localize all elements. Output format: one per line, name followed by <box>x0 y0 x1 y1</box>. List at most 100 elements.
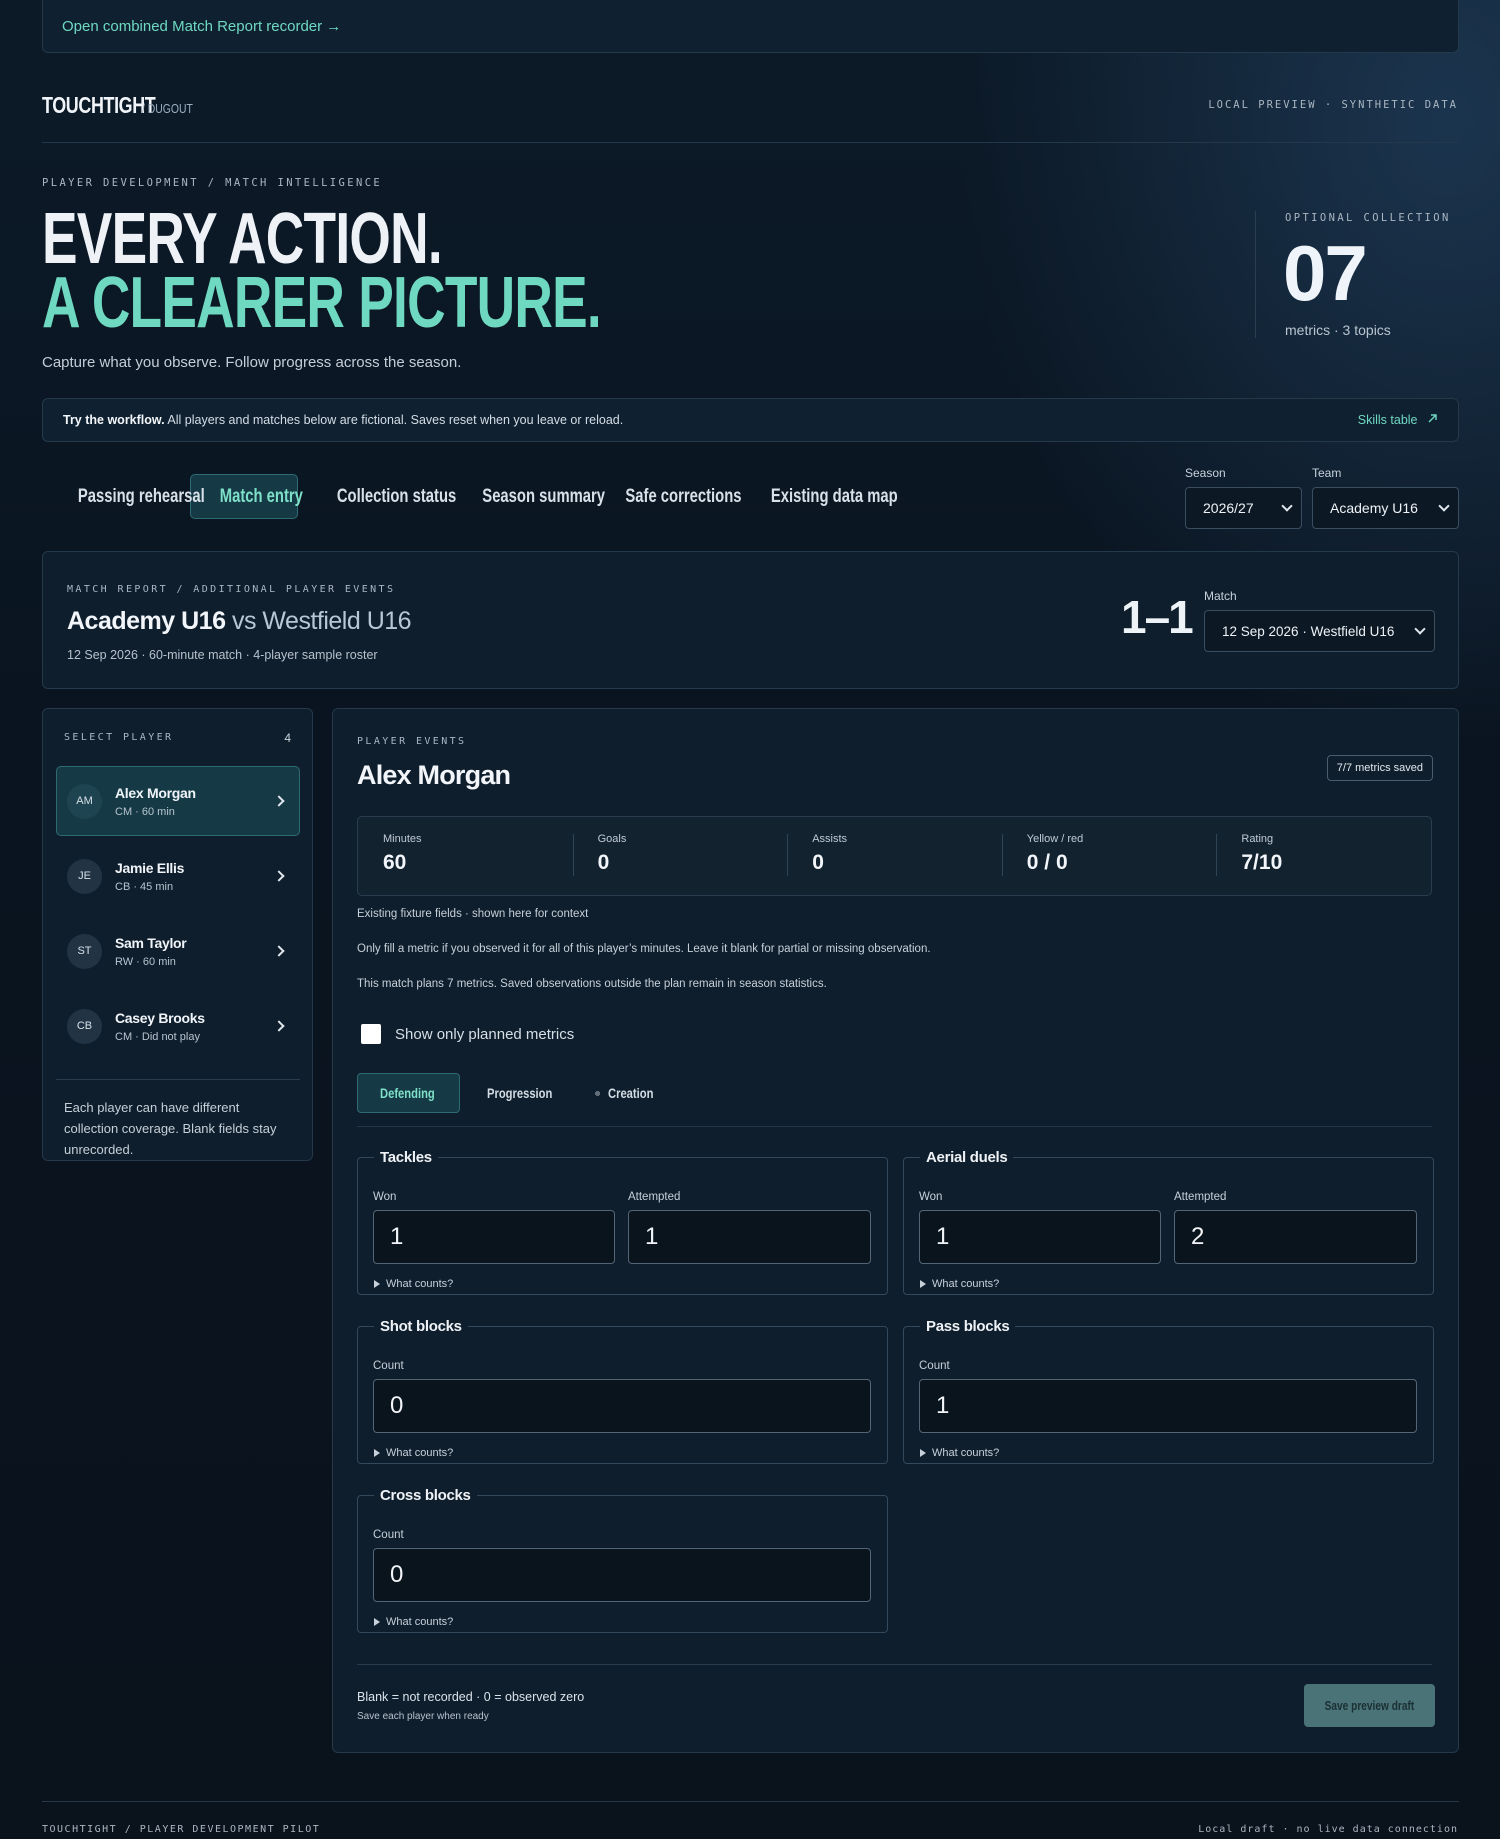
match-value[interactable]: 12 Sep 2026 · Westfield U16 <box>1222 624 1394 639</box>
shot-blocks-input[interactable]: 0 <box>373 1379 871 1433</box>
what-counts-toggle[interactable]: What counts? <box>374 1447 453 1459</box>
hero-eyebrow: PLAYER DEVELOPMENT / MATCH INTELLIGENCE <box>42 177 383 189</box>
preview-tag: LOCAL PREVIEW · SYNTHETIC DATA <box>1208 99 1458 111</box>
metric-shot-blocks: Shot blocks Count 0 What counts? <box>357 1318 888 1464</box>
collection-divider <box>1255 211 1256 338</box>
what-counts-toggle[interactable]: What counts? <box>374 1278 453 1290</box>
save-hint: Save each player when ready <box>357 1711 489 1722</box>
tab-safe-corrections[interactable]: Safe corrections <box>591 474 741 519</box>
what-counts-label[interactable]: What counts? <box>932 1278 999 1290</box>
team-filter: Team Academy U16 <box>1312 466 1459 529</box>
what-counts-toggle[interactable]: What counts? <box>920 1278 999 1290</box>
planned-metrics-label[interactable]: Show only planned metrics <box>395 1026 574 1043</box>
tab-label[interactable]: Safe corrections <box>625 486 741 508</box>
notice-body: All players and matches below are fictio… <box>164 413 624 427</box>
pass-blocks-input[interactable]: 1 <box>919 1379 1417 1433</box>
what-counts-toggle[interactable]: What counts? <box>374 1616 453 1628</box>
player-meta: CM · 60 min <box>115 805 175 818</box>
tab-label[interactable]: Defending <box>380 1085 435 1101</box>
recorder-link[interactable]: Open combined Match Report recorder → <box>62 18 341 35</box>
avatar: CB <box>67 1008 102 1044</box>
chevron-right-icon <box>273 1020 285 1032</box>
metric-pass-blocks: Pass blocks Count 1 What counts? <box>903 1318 1434 1464</box>
list-item[interactable]: CB Casey Brooks CM · Did not play <box>56 991 300 1061</box>
tab-label[interactable]: Season summary <box>482 486 605 508</box>
tab-label[interactable]: Creation <box>608 1085 653 1101</box>
what-counts-label[interactable]: What counts? <box>386 1447 453 1459</box>
tab-label[interactable]: Match entry <box>220 486 303 508</box>
cross-blocks-input[interactable]: 0 <box>373 1548 871 1602</box>
stat-assists: Assists 0 <box>787 817 1002 895</box>
chevron-down-icon <box>1414 623 1426 635</box>
header-divider <box>42 142 1459 143</box>
tab-season-summary[interactable]: Season summary <box>447 474 605 519</box>
tab-label[interactable]: Existing data map <box>771 486 898 508</box>
attempted-label: Attempted <box>1174 1191 1227 1203</box>
topic-tabs-divider <box>357 1126 1432 1127</box>
blank-legend: Blank = not recorded · 0 = observed zero <box>357 1690 585 1704</box>
tackles-won-input[interactable]: 1 <box>373 1210 615 1264</box>
season-value[interactable]: 2026/27 <box>1203 500 1254 516</box>
stat-value: 0 <box>812 851 824 874</box>
what-counts-label[interactable]: What counts? <box>932 1447 999 1459</box>
target-icon <box>595 1090 601 1096</box>
stat-label: Rating <box>1241 833 1274 845</box>
stat-value: 7/10 <box>1241 851 1283 874</box>
count-label: Count <box>919 1360 950 1372</box>
disclosure-triangle-icon <box>920 1280 926 1288</box>
list-item[interactable]: ST Sam Taylor RW · 60 min <box>56 916 300 986</box>
fixture-stats: Minutes 60 Goals 0 Assists 0 Yellow / red 0 … <box>357 816 1432 896</box>
player-meta: RW · 60 min <box>115 955 176 968</box>
skills-table-label[interactable]: Skills table <box>1358 413 1418 427</box>
stat-cards: Yellow / red 0 / 0 <box>1001 817 1217 895</box>
planned-metrics-checkbox[interactable] <box>361 1024 381 1044</box>
what-counts-label[interactable]: What counts? <box>386 1616 453 1628</box>
save-draft-label[interactable]: Save preview draft <box>1325 1698 1415 1713</box>
player-title: Alex Morgan <box>357 760 511 790</box>
team-select[interactable]: Academy U16 <box>1312 487 1459 529</box>
tab-passing-rehearsal[interactable]: Passing rehearsal <box>42 474 205 519</box>
tab-progression[interactable]: Progression <box>464 1073 576 1113</box>
workflow-notice: Try the workflow. All players and matche… <box>42 398 1459 442</box>
aerial-attempted-input[interactable]: 2 <box>1174 1210 1417 1264</box>
recorder-banner[interactable]: Open combined Match Report recorder → <box>42 0 1459 53</box>
list-item[interactable]: AM Alex Morgan CM · 60 min <box>56 766 300 836</box>
tab-existing-data-map[interactable]: Existing data map <box>735 474 898 519</box>
tab-label[interactable]: Collection status <box>337 486 456 508</box>
metric-aerial-duels: Aerial duels Won 1 Attempted 2 What coun… <box>903 1149 1434 1295</box>
tab-label[interactable]: Passing rehearsal <box>78 486 205 508</box>
disclosure-triangle-icon <box>374 1449 380 1457</box>
won-label: Won <box>373 1191 397 1203</box>
chevron-right-icon <box>273 795 285 807</box>
player-meta: CB · 45 min <box>115 880 174 893</box>
match-select[interactable]: 12 Sep 2026 · Westfield U16 <box>1204 610 1435 652</box>
aerial-won-input[interactable]: 1 <box>919 1210 1161 1264</box>
list-item[interactable]: JE Jamie Ellis CB · 45 min <box>56 841 300 911</box>
brand-suffix: / DUGOUT <box>142 101 193 116</box>
skills-table-link[interactable]: Skills table <box>1358 413 1438 427</box>
attempted-label: Attempted <box>628 1191 681 1203</box>
what-counts-label[interactable]: What counts? <box>386 1278 453 1290</box>
season-select[interactable]: 2026/27 <box>1185 487 1302 529</box>
metric-tackles: Tackles Won 1 Attempted 1 What counts? <box>357 1149 888 1295</box>
planned-metrics-toggle[interactable]: Show only planned metrics <box>361 1024 574 1044</box>
tab-label[interactable]: Progression <box>487 1085 552 1101</box>
metric-title: Pass blocks <box>926 1318 1010 1335</box>
tab-defending[interactable]: Defending <box>357 1073 460 1113</box>
stat-label: Minutes <box>383 833 422 845</box>
what-counts-toggle[interactable]: What counts? <box>920 1447 999 1459</box>
main-tabs: Passing rehearsal Match entry Collection… <box>42 474 898 519</box>
tab-match-entry[interactable]: Match entry <box>190 474 303 519</box>
team-value[interactable]: Academy U16 <box>1330 500 1418 516</box>
save-draft-button[interactable]: Save preview draft <box>1304 1684 1435 1727</box>
tab-collection-status[interactable]: Collection status <box>302 474 456 519</box>
match-eyebrow: MATCH REPORT / ADDITIONAL PLAYER EVENTS <box>67 584 396 595</box>
metric-cross-blocks: Cross blocks Count 0 What counts? <box>357 1487 888 1633</box>
chevron-right-icon <box>273 870 285 882</box>
tackles-attempted-input[interactable]: 1 <box>628 1210 871 1264</box>
avatar: JE <box>67 858 102 894</box>
notice-bold: Try the workflow. <box>63 413 165 427</box>
tab-creation[interactable]: Creation <box>580 1073 680 1113</box>
player-list-footnote: Each player can have different collectio… <box>64 1100 277 1157</box>
match-header-card: MATCH REPORT / ADDITIONAL PLAYER EVENTS … <box>42 551 1459 689</box>
